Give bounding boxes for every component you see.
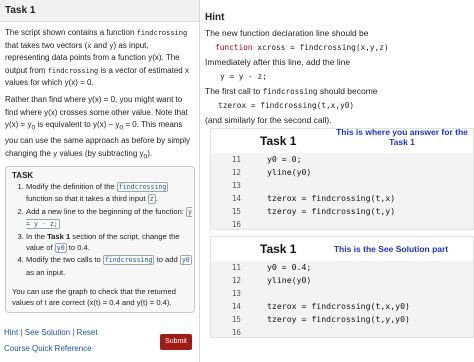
code-line[interactable]: [267, 326, 410, 339]
task-paragraph-2: Rather than find where y(x) = 0, you mig…: [5, 95, 190, 161]
task-step-1: Modify the definition of the findcrossin…: [26, 181, 194, 206]
see-solution-link[interactable]: See Solution: [25, 328, 70, 337]
code-line[interactable]: [267, 287, 410, 300]
task-step-3: In the Task 1 section of the script, cha…: [26, 231, 194, 255]
task-links: Hint | See Solution | Reset: [4, 328, 98, 337]
code-line[interactable]: y0 = 0;: [267, 153, 395, 166]
editor-title: Task 1: [260, 134, 297, 148]
annotation-note: This is the See Solution part: [333, 244, 449, 254]
task-step-4: Modify the two calls to findcrossing to …: [26, 254, 194, 278]
task-panel: Task 1 The script shown contains a funct…: [0, 0, 200, 362]
hint-link[interactable]: Hint: [4, 328, 18, 337]
hint-text-1: The new function declaration line should…: [205, 28, 369, 38]
task-steps: Modify the definition of the findcrossin…: [8, 181, 194, 278]
submit-button[interactable]: Submit: [160, 334, 192, 350]
editor-header: Task 1 This is the See Solution part: [211, 237, 473, 261]
task-step-2: Add a new line to the beginning of the f…: [26, 206, 194, 231]
code-line[interactable]: [267, 218, 395, 231]
hint-text-4: (and similarly for the second call).: [205, 115, 332, 125]
code-editor-task1[interactable]: Task 1 This is where you answer for the …: [210, 127, 474, 231]
editor-title: Task 1: [260, 242, 297, 256]
annotation-note: This is where you answer for the Task 1: [336, 127, 468, 147]
code-line[interactable]: tzerox = findcrossing(t,x,y0): [267, 300, 410, 313]
code-line[interactable]: yline(y0): [267, 274, 410, 287]
code-line[interactable]: tzeroy = findcrossing(t,y): [267, 205, 395, 218]
hint-text-2: Immediately after this line, add the lin…: [205, 57, 351, 67]
code-line[interactable]: yline(y0): [267, 166, 395, 179]
code-line[interactable]: tzeroy = findcrossing(t,y,y0): [267, 313, 410, 326]
course-reference-link[interactable]: Course Quick Reference: [4, 344, 92, 353]
line-number-gutter: 11 12 13 14 15 16: [231, 263, 241, 337]
reset-link[interactable]: Reset: [77, 328, 98, 337]
code-line[interactable]: y0 = 0.4;: [267, 261, 410, 274]
task-box-footer: You can use the graph to check that the …: [12, 287, 176, 307]
hint-code-2: y = y - z;: [220, 72, 267, 81]
hint-title: Hint: [205, 12, 225, 23]
editor-header: Task 1 This is where you answer for the …: [211, 127, 473, 153]
code-lines[interactable]: y0 = 0.4; yline(y0) tzerox = findcrossin…: [267, 261, 410, 339]
code-line[interactable]: tzerox = findcrossing(t,x): [267, 192, 395, 205]
hint-code-1: function xcross = findcrossing(x,y,z): [215, 43, 389, 52]
line-number-gutter: 11 12 13 14 15 16: [231, 155, 241, 229]
code-lines[interactable]: y0 = 0; yline(y0) tzerox = findcrossing(…: [267, 153, 395, 231]
task-title: Task 1: [0, 0, 199, 22]
task-box: TASK Modify the definition of the findcr…: [5, 166, 195, 313]
task-intro: The script shown contains a function fin…: [5, 28, 189, 88]
code-editor-solution[interactable]: Task 1 This is the See Solution part 11 …: [210, 236, 474, 338]
hint-text-3: The first call to findcrossing should be…: [205, 86, 378, 96]
code-line[interactable]: [267, 179, 395, 192]
task-box-title: TASK: [12, 171, 34, 180]
hint-code-3: tzerox = findcrossing(t,x,y0): [218, 101, 355, 110]
